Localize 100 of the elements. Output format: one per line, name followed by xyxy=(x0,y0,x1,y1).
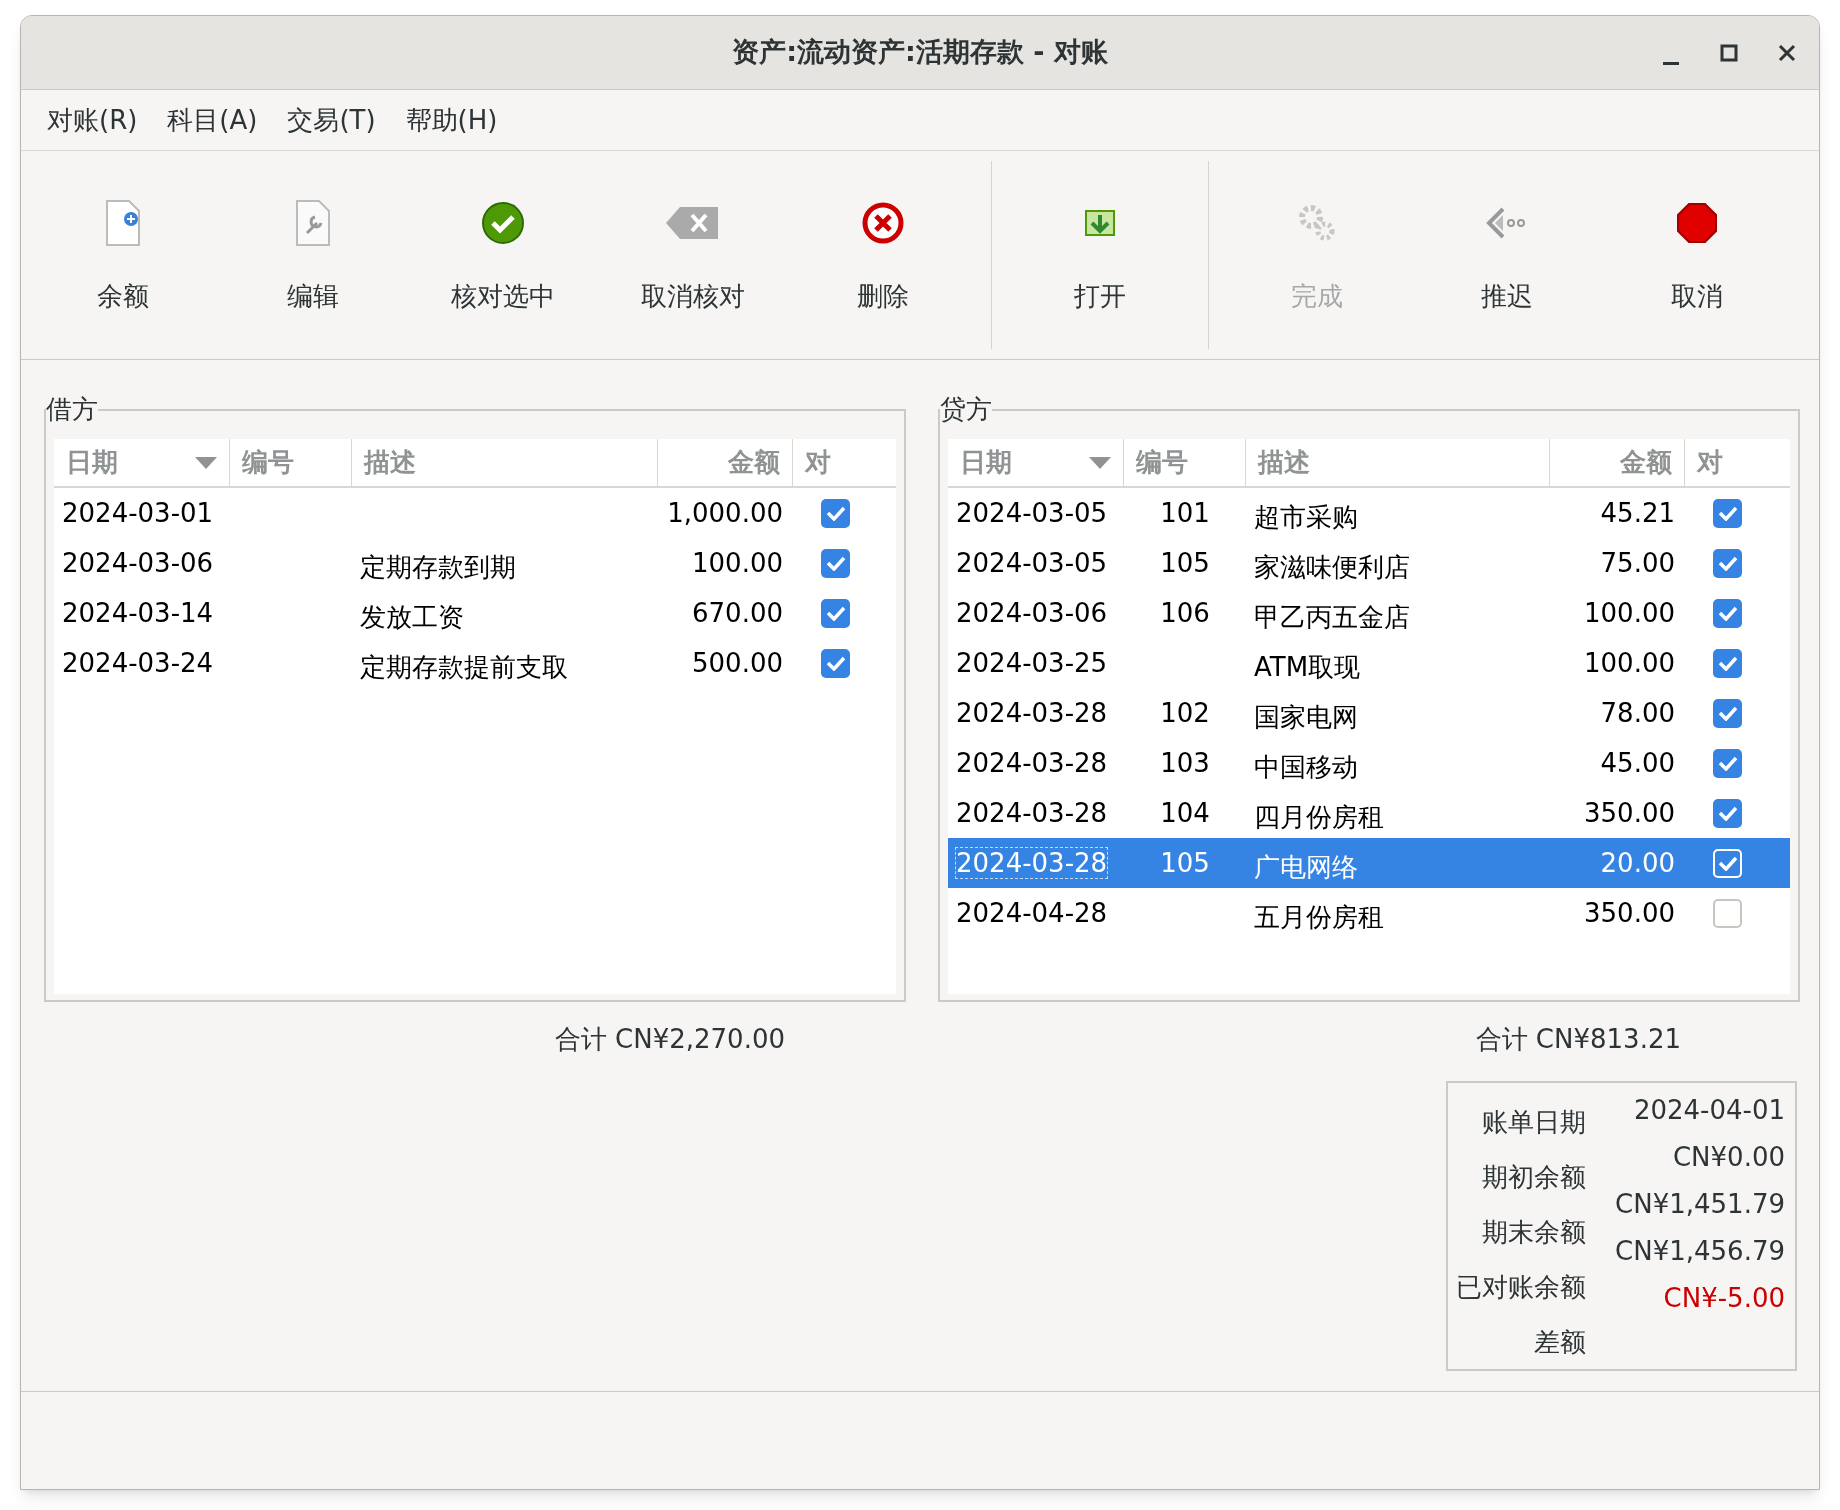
table-cell: 2024-03-05 xyxy=(956,547,1108,578)
table-cell: 75.00 xyxy=(1600,547,1675,578)
checkbox[interactable] xyxy=(1713,648,1742,678)
table-row[interactable]: 2024-04-28 五月份房租 350.00 xyxy=(948,888,1790,938)
table-cell: 2024-03-06 xyxy=(956,597,1108,628)
table-cell: 2024-04-28 xyxy=(956,897,1108,928)
checkmark-icon xyxy=(1717,605,1738,621)
checkbox[interactable] xyxy=(1713,898,1742,928)
checkmark-icon xyxy=(1717,755,1738,771)
table-cell: 670.00 xyxy=(692,597,783,628)
menu-item[interactable]: 对账(R) xyxy=(33,94,152,146)
document-wrench-icon xyxy=(293,199,333,247)
close-icon[interactable] xyxy=(1777,43,1797,63)
sort-arrow-icon xyxy=(195,456,217,469)
table-row[interactable]: 2024-03-28 104 四月份房租 350.00 xyxy=(948,788,1790,838)
checkbox[interactable] xyxy=(1713,698,1742,728)
checkmark-icon xyxy=(1717,855,1738,871)
table-row[interactable]: 2024-03-06 106 甲乙丙五金店 100.00 xyxy=(948,588,1790,638)
table-cell: 2024-03-28 xyxy=(956,697,1108,728)
checkbox[interactable] xyxy=(821,548,850,578)
menu-item[interactable]: 科目(A) xyxy=(153,94,272,146)
table-cell: 102 xyxy=(1160,697,1210,728)
summary-value: CN¥1,451.79 xyxy=(1615,1188,1785,1221)
table-row[interactable]: 2024-03-14 发放工资 670.00 xyxy=(54,588,896,638)
table-cell: 103 xyxy=(1160,747,1210,778)
menu-item[interactable]: 帮助(H) xyxy=(391,94,512,146)
table-row[interactable]: 2024-03-06 定期存款到期 100.00 xyxy=(54,538,896,588)
stop-icon xyxy=(1675,201,1719,245)
table-cell: 中国移动 xyxy=(1254,751,1358,782)
summary-label: 已对账余额 xyxy=(1456,1271,1586,1304)
table-cell: 2024-03-28 xyxy=(956,847,1108,878)
checkmark-icon xyxy=(1717,705,1738,721)
table-cell: 105 xyxy=(1160,547,1210,578)
checkbox[interactable] xyxy=(821,648,850,678)
check-circle-icon xyxy=(480,200,526,246)
table-cell: 100.00 xyxy=(1584,597,1675,628)
toolbar-button[interactable]: 编辑 xyxy=(218,151,408,359)
table-cell: 350.00 xyxy=(1584,897,1675,928)
total-amount: 合计 CN¥813.21 xyxy=(1475,1023,1681,1056)
checkbox[interactable] xyxy=(821,598,850,628)
checkbox[interactable] xyxy=(1713,798,1742,828)
table-row[interactable]: 2024-03-24 定期存款提前支取 500.00 xyxy=(54,638,896,688)
table-cell: 45.21 xyxy=(1600,497,1675,528)
table-row[interactable]: 2024-03-01 1,000.00 xyxy=(54,488,896,538)
table-cell: 101 xyxy=(1160,497,1210,528)
table-cell: 2024-03-28 xyxy=(956,797,1108,828)
table-cell: 20.00 xyxy=(1600,847,1675,878)
table-cell: 2024-03-05 xyxy=(956,497,1108,528)
table-cell: 78.00 xyxy=(1600,697,1675,728)
table-cell: 1,000.00 xyxy=(667,497,783,528)
table-cell: 2024-03-24 xyxy=(62,647,214,678)
table-cell: 500.00 xyxy=(692,647,783,678)
total-amount: 合计 CN¥2,270.00 xyxy=(554,1023,785,1056)
toolbar-button[interactable]: 取消核对 xyxy=(598,151,788,359)
panel-title: 借方 xyxy=(46,393,98,426)
checkmark-icon xyxy=(825,555,846,571)
checkbox[interactable] xyxy=(1713,548,1742,578)
checkmark-icon xyxy=(1717,805,1738,821)
table-cell: 广电网络 xyxy=(1254,851,1358,882)
table-cell: 家滋味便利店 xyxy=(1254,551,1410,582)
summary-value: CN¥-5.00 xyxy=(1663,1282,1785,1315)
table-row[interactable]: 2024-03-25 ATM取现 100.00 xyxy=(948,638,1790,688)
toolbar-button[interactable]: 余额 xyxy=(28,151,218,359)
table-cell: 国家电网 xyxy=(1254,701,1358,732)
table-cell: 定期存款提前支取 xyxy=(360,651,568,682)
table-cell: 五月份房租 xyxy=(1254,901,1384,932)
sort-arrow-icon xyxy=(1089,456,1111,469)
table-row[interactable]: 2024-03-28 105 广电网络 20.00 xyxy=(948,838,1790,888)
panel-title: 贷方 xyxy=(940,393,992,426)
table-cell: 四月份房租 xyxy=(1254,801,1384,832)
toolbar-button[interactable]: 推迟 xyxy=(1412,151,1602,359)
table-cell: 2024-03-06 xyxy=(62,547,214,578)
checkmark-icon xyxy=(1717,505,1738,521)
toolbar-button[interactable]: 取消 xyxy=(1602,151,1792,359)
maximize-icon[interactable] xyxy=(1719,43,1739,63)
summary-label: 账单日期 xyxy=(1482,1106,1586,1139)
checkmark-icon xyxy=(1717,555,1738,571)
checkmark-icon xyxy=(825,655,846,671)
table-cell: 100.00 xyxy=(692,547,783,578)
table-cell: 100.00 xyxy=(1584,647,1675,678)
table-row[interactable]: 2024-03-28 103 中国移动 45.00 xyxy=(948,738,1790,788)
toolbar-button[interactable]: 删除 xyxy=(788,151,978,359)
table-row[interactable]: 2024-03-05 105 家滋味便利店 75.00 xyxy=(948,538,1790,588)
table-cell: 甲乙丙五金店 xyxy=(1254,601,1410,632)
toolbar-button[interactable]: 打开 xyxy=(1005,151,1195,359)
summary-value: CN¥1,456.79 xyxy=(1615,1235,1785,1268)
delete-circle-icon xyxy=(861,201,905,245)
table-cell: 106 xyxy=(1160,597,1210,628)
menu-item[interactable]: 交易(T) xyxy=(273,94,390,146)
checkbox[interactable] xyxy=(821,498,850,528)
table-row[interactable]: 2024-03-28 102 国家电网 78.00 xyxy=(948,688,1790,738)
checkbox[interactable] xyxy=(1713,598,1742,628)
table-cell: 2024-03-28 xyxy=(956,747,1108,778)
table-cell: 45.00 xyxy=(1600,747,1675,778)
table-row[interactable]: 2024-03-05 101 超市采购 45.21 xyxy=(948,488,1790,538)
summary-value: 2024-04-01 xyxy=(1633,1094,1785,1127)
checkbox[interactable] xyxy=(1713,498,1742,528)
checkbox[interactable] xyxy=(1713,748,1742,778)
summary-value: CN¥0.00 xyxy=(1672,1141,1785,1174)
toolbar-button[interactable]: 核对选中 xyxy=(408,151,598,359)
